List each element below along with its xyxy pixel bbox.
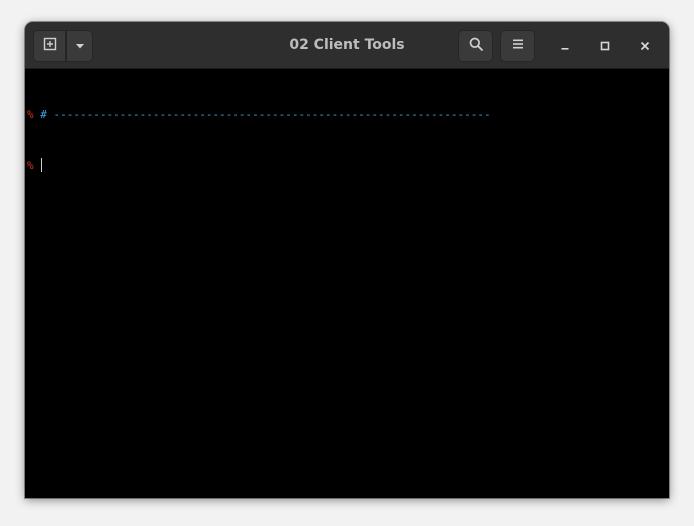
minimize-icon [559,37,571,56]
header-bar: 02 Client Tools [25,22,669,69]
minimize-button[interactable] [553,34,577,58]
tab-menu-button[interactable] [66,30,93,62]
terminal-line: % # ------------------------------------… [27,106,669,123]
close-button[interactable] [633,34,657,58]
shell-prompt: % [27,108,41,121]
new-tab-icon [42,36,58,56]
terminal-output[interactable]: % # ------------------------------------… [25,70,669,498]
hamburger-menu-icon [510,36,526,56]
comment-text: # --------------------------------------… [40,108,491,121]
search-icon [468,36,484,56]
chevron-down-icon [74,37,86,56]
shell-prompt: % [27,159,41,172]
maximize-icon [599,37,611,56]
close-icon [639,37,651,56]
main-menu-button[interactable] [500,30,535,62]
new-tab-button[interactable] [33,30,66,62]
text-cursor [41,158,43,172]
search-button[interactable] [458,30,493,62]
terminal-window: 02 Client Tools % # --------------------… [25,22,669,498]
maximize-button[interactable] [593,34,617,58]
terminal-line: % [27,157,669,174]
